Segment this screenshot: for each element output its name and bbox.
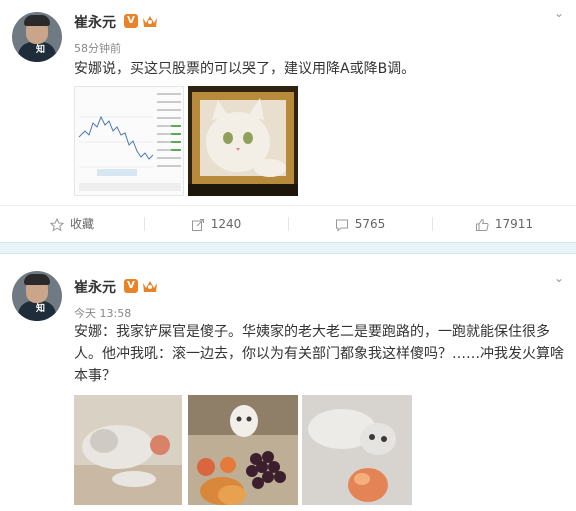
stock-chart-image[interactable] [74, 86, 184, 196]
repost-button[interactable]: 1240 [144, 206, 288, 242]
cat-with-peach-image[interactable] [74, 395, 182, 505]
crown-icon [143, 16, 157, 27]
comment-button[interactable]: 5765 [288, 206, 432, 242]
like-count: 17911 [494, 217, 534, 231]
weibo-post-2: 知 崔永元 V ⌄ 今天 13:58 安娜：我家铲屎官是傻子。华姨家的老大老二是… [0, 255, 576, 511]
cat-with-fruit-image[interactable] [188, 395, 298, 505]
post-time[interactable]: 58分钟前 [74, 40, 121, 56]
like-button[interactable]: 17911 [432, 206, 576, 242]
post-text: 安娜说，买这只股票的可以哭了，建议用降A或降B调。 [74, 61, 416, 77]
weibo-post-1: 知 崔永元 V ⌄ 58分钟前 安娜说，买这只股票的可以哭了，建议用降A或降B调… [0, 0, 576, 242]
verified-badge: V [124, 279, 138, 293]
chevron-down-icon[interactable]: ⌄ [554, 271, 564, 285]
star-icon [49, 217, 64, 232]
crown-icon [143, 281, 157, 292]
verified-badge: V [124, 14, 138, 28]
thumbs-up-icon [475, 218, 489, 231]
feed-divider [0, 242, 576, 254]
action-bar: 收藏 1240 5765 17911 [0, 205, 576, 242]
favorite-label: 收藏 [69, 217, 94, 231]
post-time[interactable]: 今天 13:58 [74, 305, 131, 321]
comment-icon [335, 219, 348, 232]
author-name[interactable]: 崔永元 [74, 277, 116, 297]
cat-painting-image[interactable] [188, 86, 298, 196]
avatar[interactable]: 知 [12, 271, 62, 321]
cat-lying-image[interactable] [302, 395, 412, 505]
repost-count: 1240 [210, 217, 242, 231]
avatar[interactable]: 知 [12, 12, 62, 62]
favorite-button[interactable]: 收藏 [0, 206, 144, 242]
repost-icon [191, 218, 204, 231]
post-text: 安娜：我家铲屎官是傻子。华姨家的老大老二是要跑路的，一跑就能保住很多人。他冲我吼… [74, 324, 564, 384]
comment-count: 5765 [354, 217, 386, 231]
author-name[interactable]: 崔永元 [74, 12, 116, 32]
chevron-down-icon[interactable]: ⌄ [554, 6, 564, 20]
